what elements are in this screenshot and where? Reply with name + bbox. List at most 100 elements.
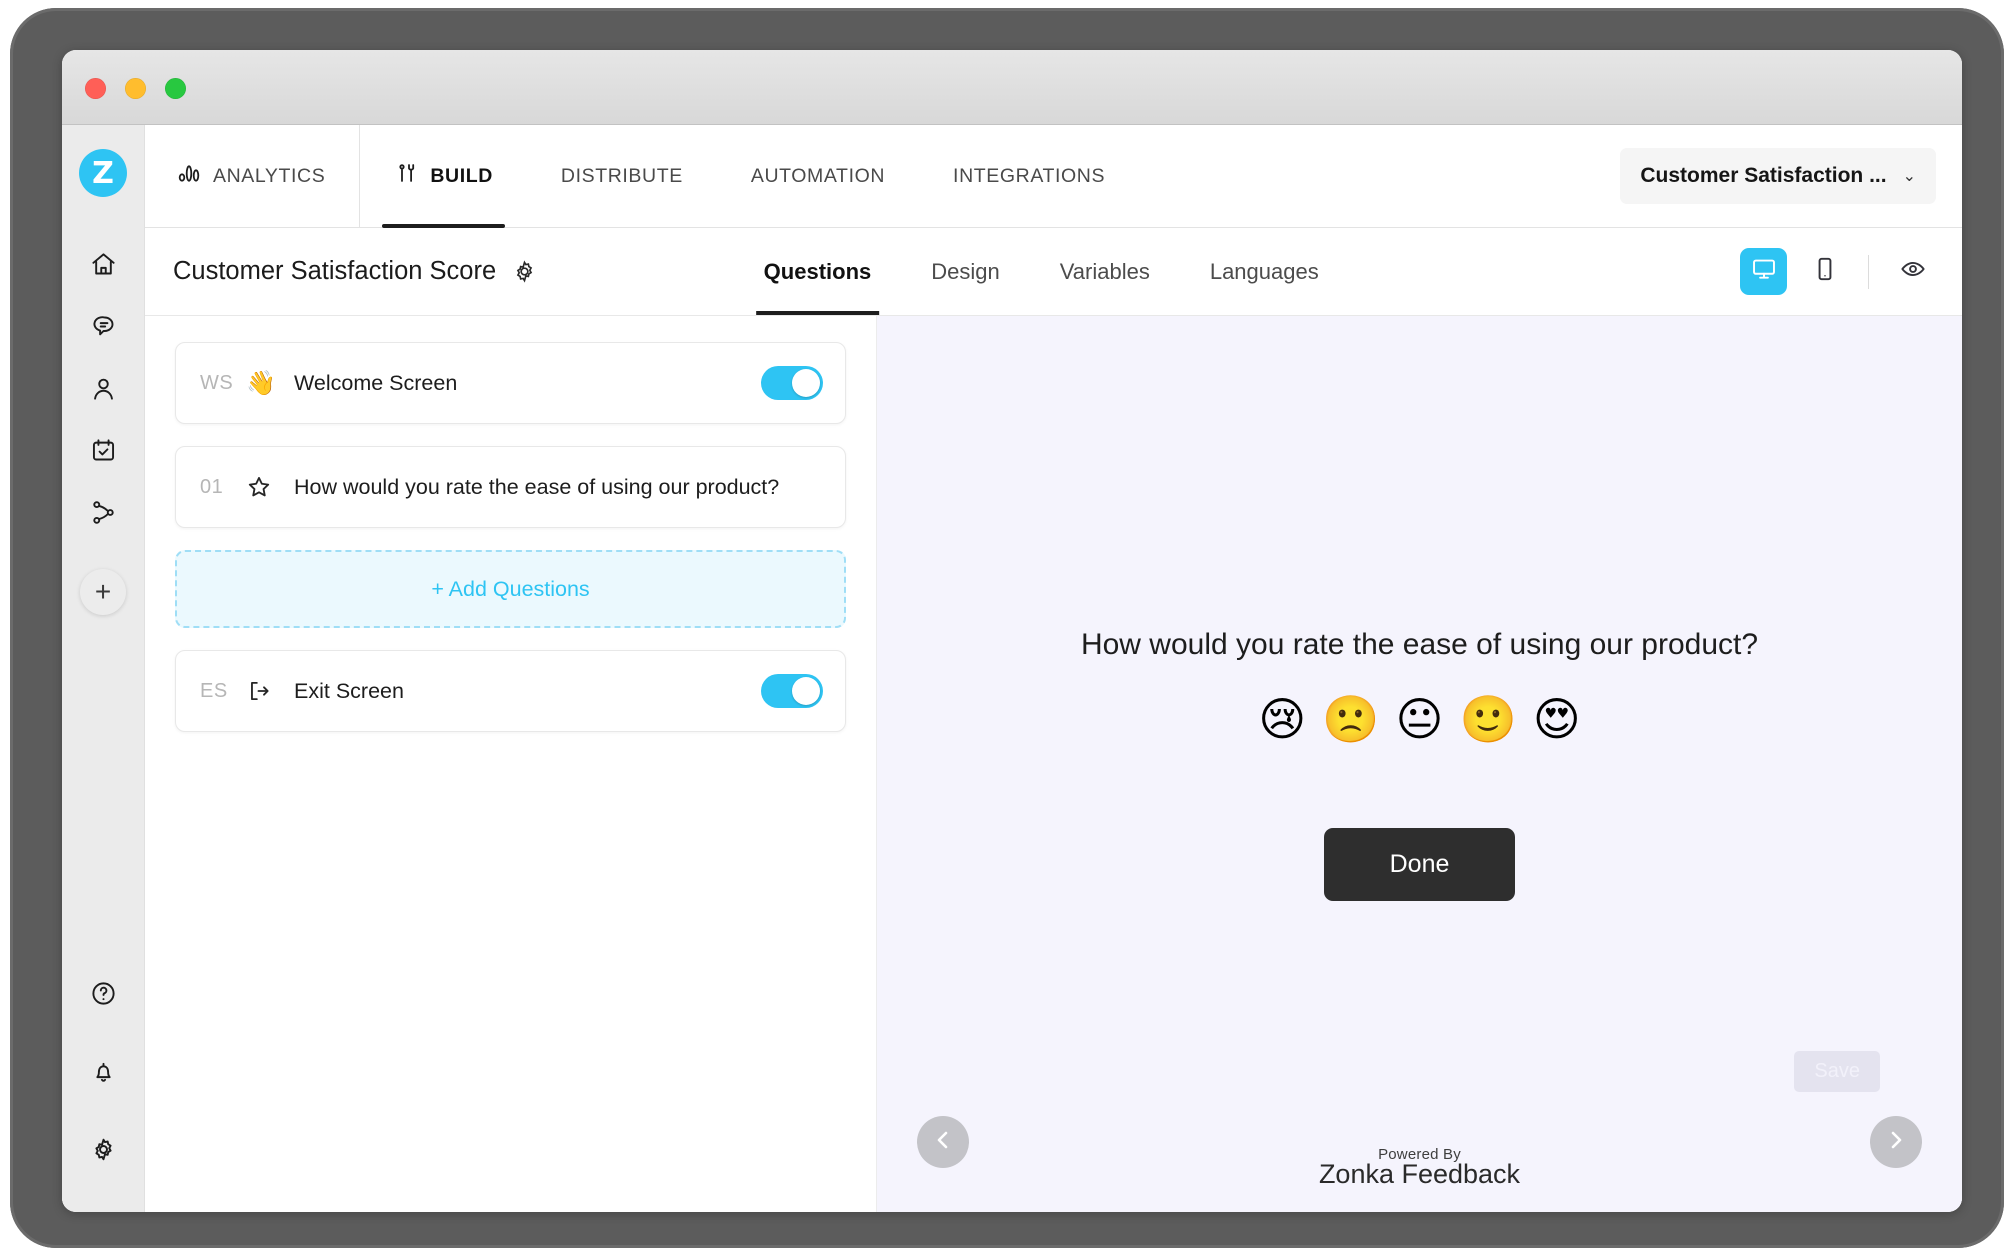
chevron-right-icon: [1884, 1128, 1908, 1157]
question-circle-icon: [90, 980, 117, 1012]
row-label: Exit Screen: [294, 678, 404, 703]
sidebar-item-settings[interactable]: [77, 1126, 129, 1178]
survey-tabs: Questions Design Variables Languages: [734, 228, 1349, 315]
emoji-rating-scale: 😢 🙁 😐 🙂 😍: [1258, 696, 1580, 742]
workflow-icon: [90, 499, 117, 531]
preview-eye-button[interactable]: [1889, 248, 1936, 295]
tab-design-label: Design: [931, 258, 1000, 284]
exit-screen-toggle[interactable]: [761, 674, 823, 708]
rating-option-heart-eyes-face[interactable]: 😍: [1533, 696, 1581, 742]
home-icon: [90, 251, 117, 283]
nav-distribute-label: DISTRIBUTE: [560, 164, 683, 187]
nav-integrations-label: INTEGRATIONS: [953, 164, 1106, 187]
tab-variables[interactable]: Variables: [1030, 228, 1180, 315]
tab-variables-label: Variables: [1059, 258, 1150, 284]
sidebar-item-contacts[interactable]: [77, 365, 129, 417]
survey-selector-dropdown[interactable]: Customer Satisfaction ... ⌄: [1620, 148, 1936, 204]
row-number: ES: [200, 679, 228, 702]
nav-automation[interactable]: AUTOMATION: [717, 125, 919, 227]
nav-build-label: BUILD: [430, 164, 493, 187]
nav-integrations[interactable]: INTEGRATIONS: [919, 125, 1139, 227]
row-number: WS: [200, 371, 234, 394]
minimize-window-button[interactable]: [125, 78, 146, 99]
sidebar-item-help[interactable]: [77, 970, 129, 1022]
tab-design[interactable]: Design: [901, 228, 1029, 315]
brand-name: Zonka Feedback: [1318, 1159, 1521, 1189]
row-label: Welcome Screen: [294, 370, 458, 395]
top-navigation: ANALYTICS BUILD DISTRIBUTE AUTOMATION IN…: [145, 125, 1962, 228]
close-window-button[interactable]: [85, 78, 106, 99]
tab-languages-label: Languages: [1209, 258, 1319, 284]
tab-questions-label: Questions: [763, 258, 872, 284]
question-row-exit-screen[interactable]: ES Exit Screen: [175, 650, 846, 732]
sidebar-rail: Z +: [62, 125, 145, 1212]
previous-question-button[interactable]: [917, 1116, 969, 1168]
view-mode-toggles: [1740, 248, 1936, 295]
main-column: ANALYTICS BUILD DISTRIBUTE AUTOMATION IN…: [145, 125, 1962, 1212]
rating-option-crying-face[interactable]: 😢: [1258, 696, 1306, 742]
rating-option-slightly-smiling-face[interactable]: 🙂: [1459, 696, 1516, 742]
tab-questions[interactable]: Questions: [734, 228, 902, 315]
toolbar-divider: [1868, 254, 1869, 289]
questions-panel: WS 👋 Welcome Screen 01 How would you rat…: [145, 316, 877, 1212]
exit-icon: [246, 678, 294, 704]
welcome-screen-toggle[interactable]: [761, 366, 823, 400]
traffic-lights: [85, 78, 186, 99]
next-question-button[interactable]: [1870, 1116, 1922, 1168]
survey-title-text: Customer Satisfaction Score: [173, 257, 497, 285]
chevron-left-icon: [931, 1128, 955, 1157]
wave-hand-emoji-icon: 👋: [246, 369, 276, 397]
mobile-phone-icon: [1812, 256, 1838, 287]
calendar-check-icon: [90, 437, 117, 469]
chevron-down-icon: ⌄: [1902, 168, 1916, 185]
logo-letter: Z: [92, 155, 114, 191]
nav-build[interactable]: BUILD: [360, 125, 527, 228]
sidebar-item-workflows[interactable]: [77, 489, 129, 541]
powered-by-branding: Powered By Zonka Feedback: [1319, 1146, 1520, 1190]
screenshot-root: Z + ANALYTICS BUILD DISTRIBUTE AUTOMATIO…: [0, 0, 2014, 1255]
add-new-button[interactable]: +: [80, 569, 126, 615]
nav-distribute[interactable]: DISTRIBUTE: [527, 125, 717, 227]
question-row-welcome-screen[interactable]: WS 👋 Welcome Screen: [175, 342, 846, 424]
device-bezel: Z + ANALYTICS BUILD DISTRIBUTE AUTOMATIO…: [10, 8, 2004, 1248]
row-number: 01: [200, 475, 224, 498]
nav-automation-label: AUTOMATION: [750, 164, 886, 187]
content-area: WS 👋 Welcome Screen 01 How would you rat…: [145, 316, 1962, 1212]
save-button[interactable]: Save: [1794, 1051, 1880, 1092]
rating-option-frowning-face[interactable]: 🙁: [1322, 696, 1379, 742]
chat-bubble-icon: [90, 313, 117, 345]
gear-icon: [90, 1136, 117, 1168]
window-titlebar: [62, 50, 1962, 125]
toggle-knob: [792, 677, 820, 705]
nav-analytics-label: ANALYTICS: [213, 164, 326, 187]
survey-settings-gear-icon[interactable]: [512, 259, 537, 284]
bar-chart-icon: [177, 161, 201, 191]
browser-window: Z + ANALYTICS BUILD DISTRIBUTE AUTOMATIO…: [62, 50, 1962, 1212]
sidebar-item-notifications[interactable]: [77, 1048, 129, 1100]
maximize-window-button[interactable]: [165, 78, 186, 99]
desktop-monitor-icon: [1751, 256, 1777, 287]
nav-analytics[interactable]: ANALYTICS: [167, 125, 361, 227]
sidebar-bottom-group: [77, 970, 129, 1188]
app-body: Z + ANALYTICS BUILD DISTRIBUTE AUTOMATIO…: [62, 125, 1962, 1212]
desktop-view-button[interactable]: [1740, 248, 1787, 295]
sidebar-item-home[interactable]: [77, 241, 129, 293]
preview-question-text: How would you rate the ease of using our…: [1080, 627, 1759, 661]
toggle-knob: [792, 369, 820, 397]
done-button[interactable]: Done: [1323, 827, 1516, 901]
star-icon: [246, 474, 294, 500]
mobile-view-button[interactable]: [1801, 248, 1848, 295]
question-row-rating[interactable]: 01 How would you rate the ease of using …: [175, 446, 846, 528]
sidebar-item-surveys[interactable]: [77, 427, 129, 479]
survey-toolbar: Customer Satisfaction Score Questions De…: [145, 228, 1962, 316]
add-questions-button[interactable]: + Add Questions: [175, 550, 846, 628]
rating-option-neutral-face[interactable]: 😐: [1396, 696, 1444, 742]
tools-icon: [394, 161, 418, 191]
person-icon: [90, 375, 117, 407]
add-questions-label: + Add Questions: [431, 576, 590, 601]
eye-icon: [1900, 256, 1926, 287]
sidebar-item-inbox[interactable]: [77, 303, 129, 355]
zonka-logo[interactable]: Z: [79, 149, 127, 197]
tab-languages[interactable]: Languages: [1180, 228, 1349, 315]
plus-icon: +: [94, 576, 112, 607]
